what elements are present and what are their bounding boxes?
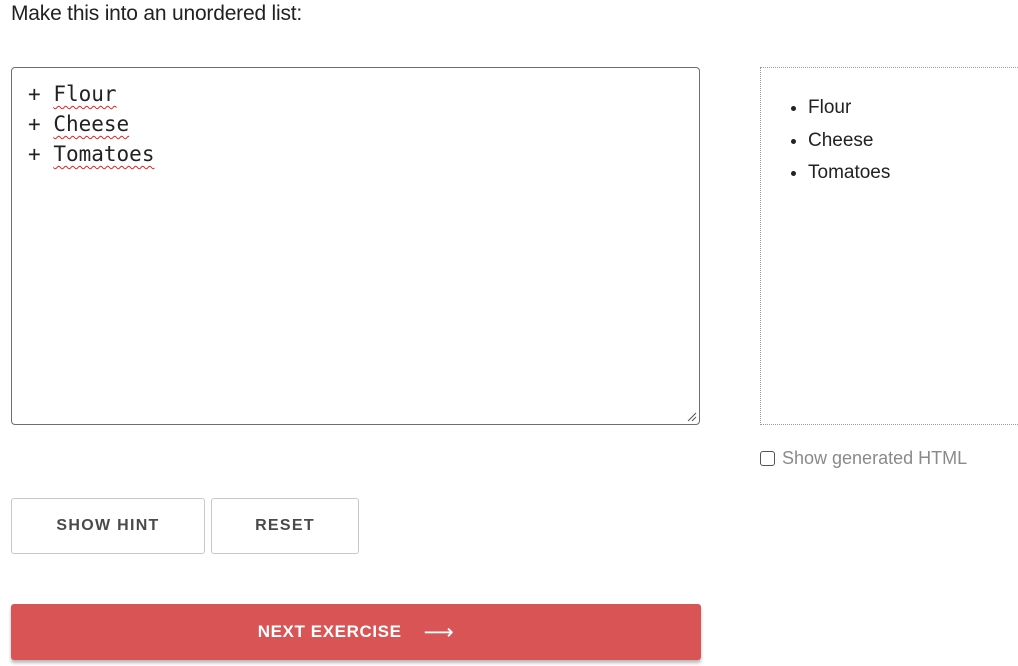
- show-html-checkbox[interactable]: [760, 451, 775, 466]
- list-marker: +: [28, 142, 41, 166]
- preview-list-item: Flour: [808, 92, 890, 125]
- resize-handle-icon[interactable]: [687, 412, 697, 422]
- markdown-editor[interactable]: + Flour + Cheese + Tomatoes: [11, 67, 700, 425]
- show-hint-button[interactable]: SHOW HINT: [11, 498, 205, 554]
- editor-line: + Cheese: [28, 109, 154, 139]
- preview-list: Flour Cheese Tomatoes: [808, 92, 890, 190]
- reset-button[interactable]: RESET: [211, 498, 359, 554]
- preview-list-item: Cheese: [808, 125, 890, 158]
- editor-line-text: Flour: [53, 82, 117, 106]
- list-marker: +: [28, 82, 41, 106]
- next-exercise-button[interactable]: NEXT EXERCISE ⟶: [11, 604, 701, 660]
- reset-label: RESET: [255, 517, 315, 534]
- preview-panel: Flour Cheese Tomatoes: [760, 67, 1018, 425]
- editor-content[interactable]: + Flour + Cheese + Tomatoes: [28, 79, 154, 169]
- exercise-instruction: Make this into an unordered list:: [11, 2, 303, 25]
- editor-line: + Flour: [28, 79, 154, 109]
- show-html-label: Show generated HTML: [782, 448, 968, 468]
- show-hint-label: SHOW HINT: [56, 517, 160, 534]
- arrow-right-icon: ⟶: [423, 620, 455, 644]
- editor-line: + Tomatoes: [28, 139, 154, 169]
- next-exercise-label: NEXT EXERCISE: [257, 622, 402, 641]
- editor-line-text: Tomatoes: [53, 142, 155, 166]
- editor-line-text: Cheese: [53, 112, 130, 136]
- list-marker: +: [28, 112, 41, 136]
- preview-list-item: Tomatoes: [808, 157, 890, 190]
- exercise-page: Make this into an unordered list: + Flou…: [0, 0, 1018, 666]
- show-generated-html-toggle[interactable]: Show generated HTML: [760, 448, 967, 469]
